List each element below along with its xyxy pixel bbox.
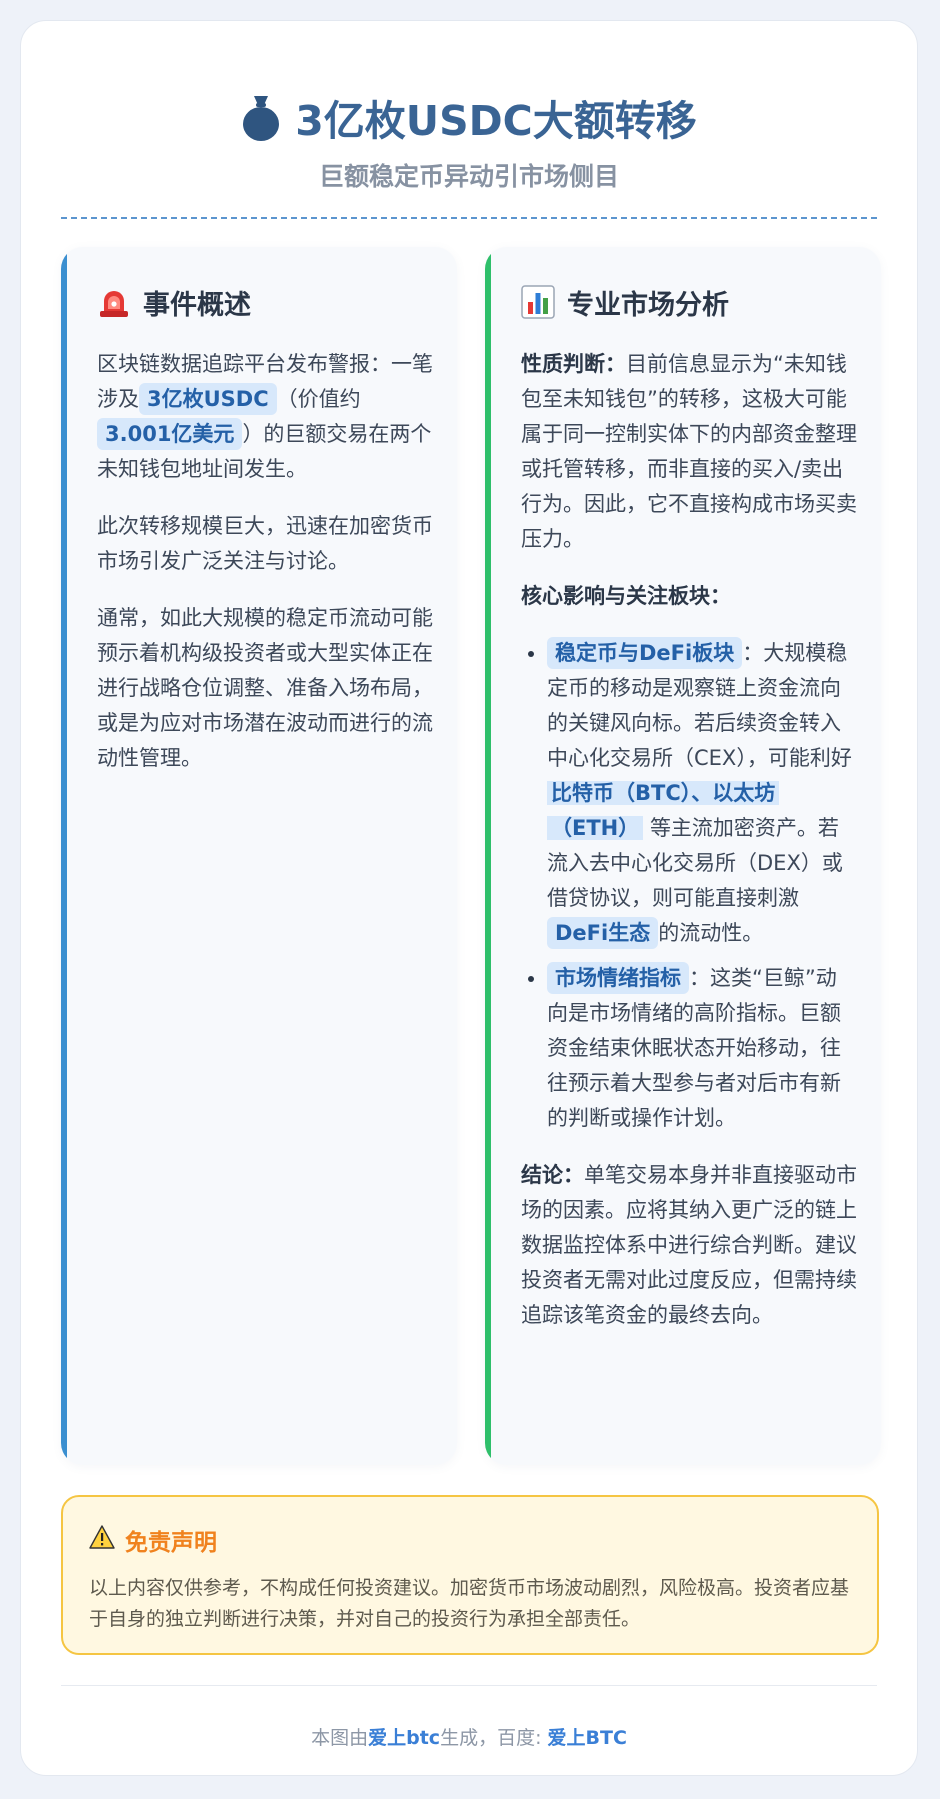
disclaimer-heading: 免责声明	[89, 1523, 217, 1557]
analysis-panel: 专业市场分析 性质判断：目前信息显示为“未知钱包至未知钱包”的转移，这极大可能属…	[485, 247, 881, 1465]
disclaimer-text: 以上内容仅供参考，不构成任何投资建议。加密货币市场波动剧烈，风险极高。投资者应基…	[89, 1577, 850, 1630]
highlight-stablecoin-defi: 稳定币与DeFi板块	[547, 637, 743, 669]
highlight-defi: DeFi生态	[547, 917, 659, 949]
page-subtitle: 巨额稳定币异动引市场侧目	[318, 162, 619, 191]
text-fragment: 的流动性。	[658, 921, 764, 945]
footer-brand-link[interactable]: 爱上btc	[368, 1727, 440, 1749]
overview-panel: 事件概述 区块链数据追踪平台发布警报：一笔涉及 3亿枚USDC （价值约3.001亿…	[61, 247, 457, 1465]
list-item: 稳定币与DeFi板块：大规模稳定币的移动是观察链上资金流向的关键风向标。若后续资…	[547, 636, 857, 951]
disclaimer-box: 免责声明 以上内容仅供参考，不构成任何投资建议。加密货币市场波动剧烈，风险极高。…	[61, 1495, 879, 1655]
bar-chart-icon	[521, 285, 555, 319]
nature-text: 目前信息显示为“未知钱包至未知钱包”的转移，这极大可能属于同一控制实体下的内部资…	[521, 352, 857, 551]
money-bag-icon	[241, 92, 281, 142]
highlight-usdc-amount: 3亿枚USDC	[139, 383, 277, 415]
overview-paragraph-2: 此次转移规模巨大，迅速在加密货币市场引发广泛关注与讨论。	[97, 514, 433, 573]
highlight-sentiment: 市场情绪指标	[547, 962, 689, 994]
footer: 本图由爱上btc生成，百度: 爱上BTC	[21, 1723, 917, 1750]
list-item: 市场情绪指标：这类“巨鲸”动向是市场情绪的高阶指标。巨额资金结束休眠状态开始移动…	[547, 961, 857, 1136]
overview-paragraph-3: 通常，如此大规模的稳定币流动可能预示着机构级投资者或大型实体正在进行战略仓位调整…	[97, 606, 433, 770]
footer-prefix: 本图由	[311, 1727, 369, 1749]
warning-icon	[89, 1525, 115, 1555]
core-list: 稳定币与DeFi板块：大规模稳定币的移动是观察链上资金流向的关键风向标。若后续资…	[521, 636, 857, 1136]
overview-heading: 事件概述	[97, 277, 433, 327]
footer-baidu-link[interactable]: 爱上BTC	[548, 1727, 627, 1749]
conclusion-text: 单笔交易本身并非直接驱动市场的因素。应将其纳入更广泛的链上数据监控体系中进行综合…	[521, 1163, 857, 1327]
disclaimer-heading-text: 免责声明	[125, 1530, 217, 1556]
nature-label: 性质判断：	[521, 352, 626, 376]
header: 3亿枚USDC大额转移 巨额稳定币异动引市场侧目	[61, 21, 877, 219]
analysis-heading-text: 专业市场分析	[567, 289, 729, 321]
analysis-heading: 专业市场分析	[521, 277, 857, 327]
footer-divider	[61, 1685, 877, 1686]
title-row: 3亿枚USDC大额转移	[61, 87, 877, 147]
conclusion-paragraph: 结论：单笔交易本身并非直接驱动市场的因素。应将其纳入更广泛的链上数据监控体系中进…	[521, 1158, 857, 1333]
nature-paragraph: 性质判断：目前信息显示为“未知钱包至未知钱包”的转移，这极大可能属于同一控制实体…	[521, 347, 857, 557]
footer-middle: 生成，百度:	[440, 1727, 548, 1749]
highlight-usd-value: 3.001亿美元	[97, 418, 243, 450]
overview-heading-text: 事件概述	[143, 289, 251, 321]
text-fragment: （价值约	[276, 387, 361, 411]
siren-icon	[97, 285, 131, 319]
core-heading-text: 核心影响与关注板块：	[521, 584, 731, 608]
page-title: 3亿枚USDC大额转移	[295, 97, 697, 145]
conclusion-label: 结论：	[521, 1163, 584, 1187]
core-heading: 核心影响与关注板块：	[521, 579, 857, 614]
report-card: 3亿枚USDC大额转移 巨额稳定币异动引市场侧目 事件概述 区块链数据追踪平台发…	[20, 20, 918, 1776]
overview-paragraph-1: 区块链数据追踪平台发布警报：一笔涉及 3亿枚USDC （价值约3.001亿美元 ）的巨…	[97, 347, 433, 487]
